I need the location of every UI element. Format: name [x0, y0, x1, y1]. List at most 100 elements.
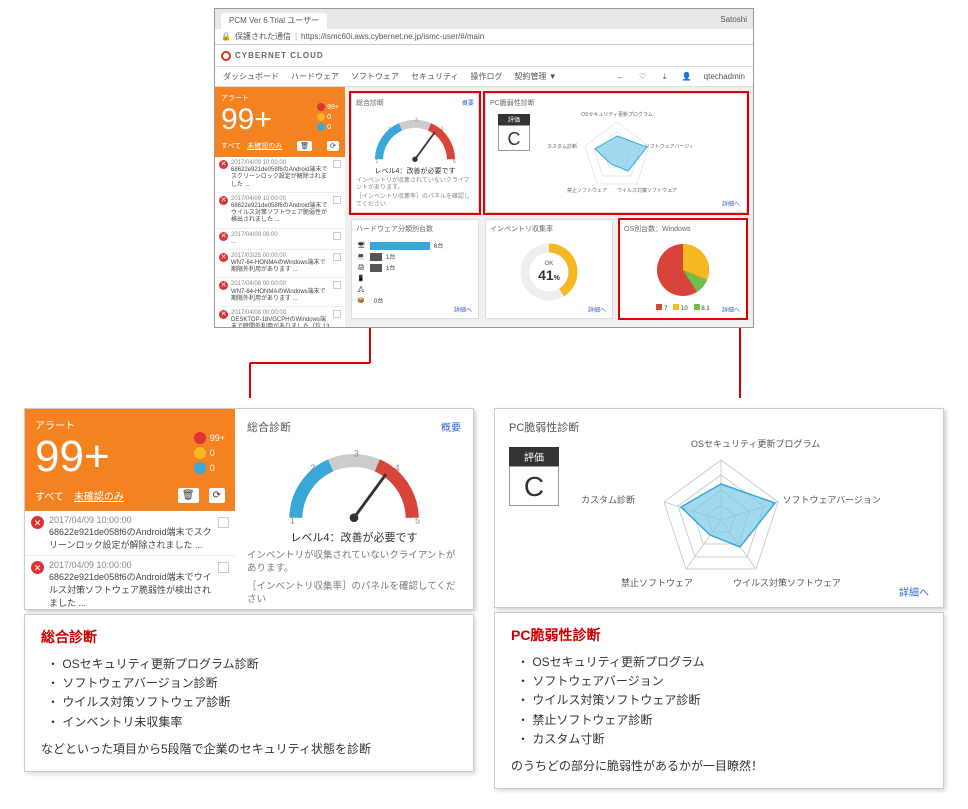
radar-lbl-bl: 禁止ソフトウェア	[621, 576, 693, 589]
svg-text:ソフトウェアバージョン: ソフトウェアバージョン	[645, 143, 692, 150]
lock-icon: 🔒	[221, 32, 231, 41]
tab-all-lg[interactable]: すべて	[35, 488, 64, 503]
rating-grade: C	[498, 125, 530, 151]
desc-sougou-title: 総合診断	[41, 627, 457, 647]
alert-sidebar-lg: アラート 99+ 99+ 0 0 すべて 未確認のみ	[25, 409, 235, 609]
card-sougou-link[interactable]: 概要	[462, 98, 474, 108]
account-name[interactable]: qtechadmin	[704, 72, 745, 81]
alert-x-icon: ✕	[219, 196, 228, 205]
gauge-note2-lg: ［インベントリ収集率］のパネルを確認してください	[247, 580, 461, 607]
url-text: https://ismc60i.aws.cybernet.ne.jp/ismc-…	[301, 32, 484, 41]
reload-icon[interactable]: ⟳	[327, 141, 339, 151]
sougou-link-lg[interactable]: 概要	[441, 419, 461, 435]
nav-security[interactable]: セキュリティ	[411, 71, 459, 82]
tab-unread-lg[interactable]: 未確認のみ	[74, 488, 124, 503]
alert-item[interactable]: ✕2017/04/09 10:00:0068622e921de058f6のAnd…	[215, 193, 345, 229]
alert-checkbox[interactable]	[333, 196, 341, 204]
gauge-icon: 1 5 2 3 4	[279, 445, 429, 525]
desc-sougou-list: OSセキュリティ更新プログラム診断ソフトウェアバージョン診断ウイルス対策ソフトウ…	[47, 655, 457, 732]
trash-icon[interactable]: 🗑	[178, 488, 199, 503]
nav-oplog[interactable]: 操作ログ	[471, 71, 503, 82]
user-icon[interactable]: 👤	[682, 72, 692, 81]
alert-checkbox[interactable]	[333, 232, 341, 240]
inv-details-link[interactable]: 詳細へ	[588, 305, 606, 314]
zoom-sougou: アラート 99+ 99+ 0 0 すべて 未確認のみ	[24, 408, 474, 610]
svg-text:1: 1	[375, 159, 378, 164]
desc-item: ソフトウェアバージョン	[517, 672, 927, 691]
hw-bars: 🖥6台💻1台🖨1台📱🖧📦0台	[356, 240, 474, 306]
nav-hardware[interactable]: ハードウェア	[291, 71, 339, 82]
trash-icon[interactable]: 🗑	[297, 141, 312, 151]
hw-type-icon: 🖧	[356, 285, 366, 295]
reload-icon[interactable]: ⟳	[209, 488, 225, 503]
svg-text:2: 2	[388, 126, 391, 132]
hw-details-link[interactable]: 詳細へ	[454, 305, 472, 314]
desc-radar: PC脆弱性診断 OSセキュリティ更新プログラムソフトウェアバージョンウイルス対策…	[494, 612, 944, 789]
svg-text:4: 4	[395, 463, 400, 473]
alert-item[interactable]: ✕2017/04/09 10:00:0068622e921de058f6のAnd…	[25, 511, 235, 556]
hw-row: 📱	[356, 273, 474, 284]
desc-radar-title: PC脆弱性診断	[511, 625, 927, 645]
heart-icon[interactable]: ♡	[638, 72, 648, 81]
desc-item: カスタム寸断	[517, 730, 927, 749]
warn-icon	[317, 113, 325, 121]
nav-contract[interactable]: 契約管理 ▼	[515, 71, 557, 82]
alert-x-icon: ✕	[219, 253, 228, 262]
nav-software[interactable]: ソフトウェア	[351, 71, 399, 82]
alert-item[interactable]: ✕2017/03/25 00:00:00WN7-64-HONMAのWindows…	[215, 250, 345, 279]
alert-checkbox[interactable]	[333, 281, 341, 289]
app-header: CYBERNET CLOUD	[215, 45, 753, 67]
alert-count: 99+	[221, 103, 317, 137]
svg-text:4: 4	[440, 126, 443, 132]
danger-count-lg: 99+	[210, 433, 225, 443]
alert-x-icon: ✕	[219, 281, 228, 290]
card-radar[interactable]: PC脆弱性診断 評価 C OSセキュリティ更新プログラム ソフト	[485, 93, 747, 213]
svg-text:3: 3	[415, 117, 418, 123]
browser-tab[interactable]: PCM Ver 6 Trial ユーザー	[221, 13, 327, 29]
alert-item[interactable]: ✕2017/04/09 10:00:0068622e921de058f6のAnd…	[215, 157, 345, 193]
warn-count: 0	[327, 114, 331, 121]
os-details-link[interactable]: 詳細へ	[722, 305, 740, 314]
back-icon[interactable]: ←	[616, 72, 626, 81]
danger-icon	[194, 432, 206, 444]
alert-checkbox[interactable]	[218, 517, 229, 528]
alert-checkbox[interactable]	[333, 310, 341, 318]
alert-item[interactable]: ✕2017/04/09 10:00:0068622e921de058f6のAnd…	[25, 556, 235, 609]
svg-text:禁止ソフトウェア: 禁止ソフトウェア	[567, 187, 607, 194]
download-icon[interactable]: ⤓	[660, 72, 670, 82]
alert-item[interactable]: ✕2017/04/08 00:00:00DESKTOP-18VGCPHのWind…	[215, 307, 345, 327]
alert-item[interactable]: ✕2017/04/09 09:00...	[215, 229, 345, 250]
danger-icon	[317, 103, 325, 111]
hw-row: 💻1台	[356, 251, 474, 262]
alert-checkbox[interactable]	[218, 562, 229, 573]
desc-sougou: 総合診断 OSセキュリティ更新プログラム診断ソフトウェアバージョン診断ウイルス対…	[24, 614, 474, 772]
desc-item: OSセキュリティ更新プログラム診断	[47, 655, 457, 674]
nav-dashboard[interactable]: ダッシュボード	[223, 71, 279, 82]
tab-all[interactable]: すべて	[221, 141, 241, 151]
alert-checkbox[interactable]	[333, 160, 341, 168]
rating-label: 評価	[498, 114, 530, 125]
tab-unread[interactable]: 未確認のみ	[247, 141, 282, 151]
info-count-lg: 0	[210, 463, 215, 473]
browser-address-bar[interactable]: 🔒 保護された通信 | https://ismc60i.aws.cybernet…	[215, 29, 753, 45]
gauge-level: レベル4：改善が必要です	[356, 166, 474, 176]
alert-item[interactable]: ✕2017/04/08 00:00:00WN7-64-HONMAのWindows…	[215, 278, 345, 307]
card-os-title: OS別台数：Windows	[624, 224, 691, 234]
card-sougou-title: 総合診断	[356, 98, 384, 108]
radar-lbl-br: ウイルス対策ソフトウェア	[733, 576, 841, 589]
rating-box: 評価 C	[498, 114, 530, 150]
alert-checkbox[interactable]	[333, 253, 341, 261]
card-inventory[interactable]: インベントリ収集率 OK 41% 詳細へ	[485, 219, 613, 319]
card-hardware[interactable]: ハードウェア分類別台数 🖥6台💻1台🖨1台📱🖧📦0台 詳細へ	[351, 219, 479, 319]
svg-text:3: 3	[354, 449, 359, 459]
alert-list-lg: ✕2017/04/09 10:00:0068622e921de058f6のAnd…	[25, 511, 235, 609]
card-os[interactable]: OS別台数：Windows 7 10 8.1 詳細へ	[619, 219, 747, 319]
card-sougou[interactable]: 総合診断 概要 1 5 2 3 4	[351, 93, 479, 213]
alert-title-lg: アラート	[35, 417, 225, 432]
alert-count-lg: 99+	[35, 432, 194, 482]
radar-details-link[interactable]: 詳細へ	[722, 199, 740, 208]
radar-lbl-top: OSセキュリティ更新プログラム	[691, 437, 820, 450]
desc-radar-list: OSセキュリティ更新プログラムソフトウェアバージョンウイルス対策ソフトウェア診断…	[517, 653, 927, 749]
radar-details-link-lg[interactable]: 詳細へ	[899, 584, 929, 599]
desc-item: OSセキュリティ更新プログラム	[517, 653, 927, 672]
